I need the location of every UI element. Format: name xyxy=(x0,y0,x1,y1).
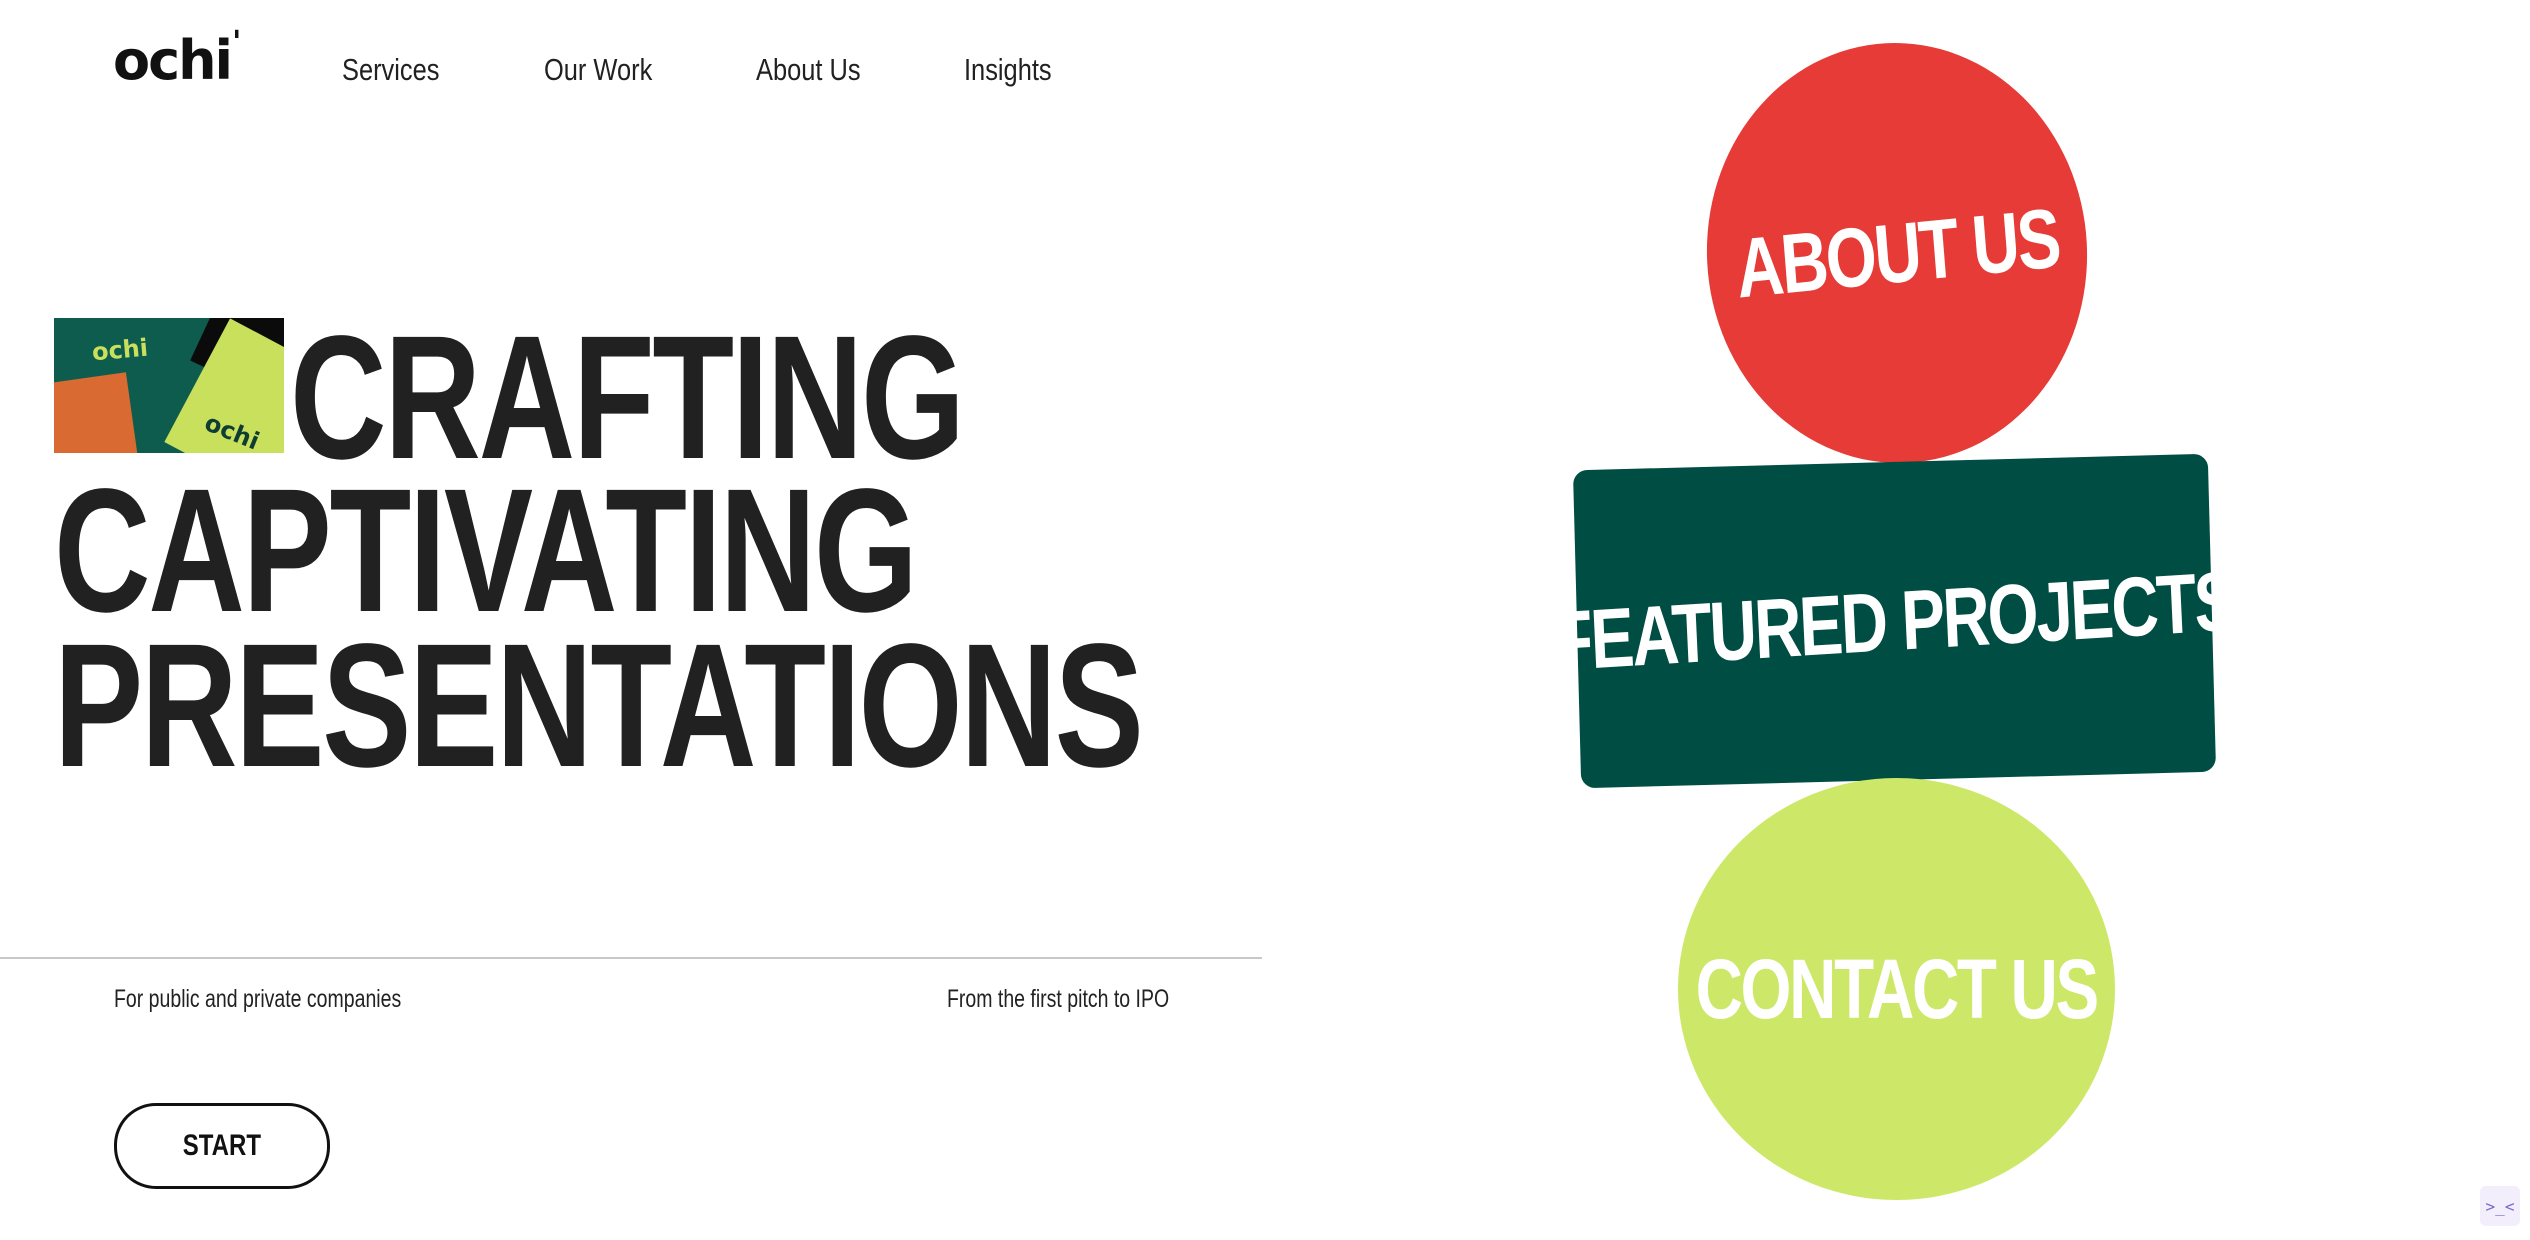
hero-divider xyxy=(0,957,1262,959)
headline-line-3: PRESENTATIONS xyxy=(54,608,1144,804)
start-button[interactable]: START xyxy=(114,1103,330,1189)
nav-services[interactable]: Services xyxy=(342,52,439,88)
featured-projects-button[interactable]: FEATURED PROJECTS xyxy=(1551,453,2238,789)
nav-insights[interactable]: Insights xyxy=(964,52,1052,88)
subtext-right: From the first pitch to IPO xyxy=(947,985,1170,1013)
contact-us-bubble-button[interactable]: CONTACT US xyxy=(1678,778,2115,1200)
ochi-logo[interactable]: ochi' xyxy=(113,28,241,88)
subtext-left: For public and private companies xyxy=(114,985,402,1013)
thumbnail-logo-mark: ochi xyxy=(90,333,150,367)
code-chevron-icon[interactable]: >_< xyxy=(2480,1186,2520,1226)
hero-thumbnail-image: ochi ochi xyxy=(54,318,284,453)
nav-our-work[interactable]: Our Work xyxy=(544,52,652,88)
about-us-bubble-button[interactable]: ABOUT US xyxy=(1696,33,2098,473)
nav-about-us[interactable]: About Us xyxy=(756,52,861,88)
logo-tick: ' xyxy=(232,25,241,60)
